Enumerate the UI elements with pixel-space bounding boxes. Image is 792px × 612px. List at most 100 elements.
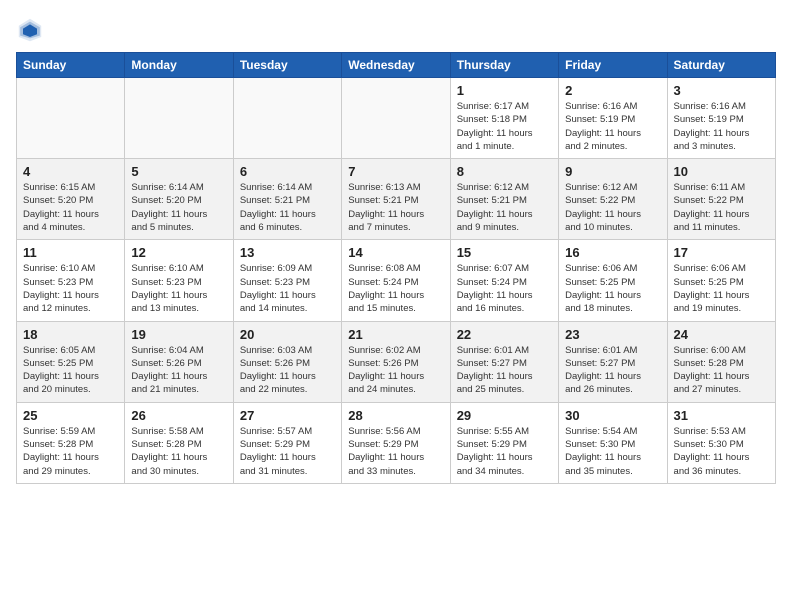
day-info: Sunrise: 6:14 AM Sunset: 5:20 PM Dayligh… xyxy=(131,181,226,234)
day-number: 4 xyxy=(23,164,118,179)
day-info: Sunrise: 6:16 AM Sunset: 5:19 PM Dayligh… xyxy=(674,100,769,153)
header-row: Sunday Monday Tuesday Wednesday Thursday… xyxy=(17,53,776,78)
day-info: Sunrise: 6:02 AM Sunset: 5:26 PM Dayligh… xyxy=(348,344,443,397)
day-info: Sunrise: 5:54 AM Sunset: 5:30 PM Dayligh… xyxy=(565,425,660,478)
day-number: 23 xyxy=(565,327,660,342)
day-cell-w1-d6: 2 Sunrise: 6:16 AM Sunset: 5:19 PM Daylig… xyxy=(559,78,667,159)
day-cell-w2-d1: 4 Sunrise: 6:15 AM Sunset: 5:20 PM Daylig… xyxy=(17,159,125,240)
day-cell-w3-d7: 17 Sunrise: 6:06 AM Sunset: 5:25 PM Dayli… xyxy=(667,240,775,321)
week-row-4: 18Sunrise: 6:05 AM Sunset: 5:25 PM Dayli… xyxy=(17,321,776,402)
day-number: 26 xyxy=(131,408,226,423)
day-cell-w3-d2: 12 Sunrise: 6:10 AM Sunset: 5:23 PM Dayli… xyxy=(125,240,233,321)
calendar-body: 1 Sunrise: 6:17 AM Sunset: 5:18 PM Daylig… xyxy=(17,78,776,484)
day-info: Sunrise: 6:01 AM Sunset: 5:27 PM Dayligh… xyxy=(457,344,552,397)
day-cell-w3-d5: 15 Sunrise: 6:07 AM Sunset: 5:24 PM Dayli… xyxy=(450,240,558,321)
day-cell-w3-d6: 16 Sunrise: 6:06 AM Sunset: 5:25 PM Dayli… xyxy=(559,240,667,321)
day-info: Sunrise: 6:06 AM Sunset: 5:25 PM Dayligh… xyxy=(565,262,660,315)
day-cell-w4-d5: 22 Sunrise: 6:01 AM Sunset: 5:27 PM Dayli… xyxy=(450,321,558,402)
day-info: Sunrise: 6:07 AM Sunset: 5:24 PM Dayligh… xyxy=(457,262,552,315)
day-info: Sunrise: 6:01 AM Sunset: 5:27 PM Dayligh… xyxy=(565,344,660,397)
day-number: 17 xyxy=(674,245,769,260)
day-info: Sunrise: 6:12 AM Sunset: 5:21 PM Dayligh… xyxy=(457,181,552,234)
calendar-table: Sunday Monday Tuesday Wednesday Thursday… xyxy=(16,52,776,484)
day-cell-w2-d6: 9 Sunrise: 6:12 AM Sunset: 5:22 PM Daylig… xyxy=(559,159,667,240)
week-row-3: 11 Sunrise: 6:10 AM Sunset: 5:23 PM Dayli… xyxy=(17,240,776,321)
day-number: 1 xyxy=(457,83,552,98)
day-number: 30 xyxy=(565,408,660,423)
day-info: Sunrise: 6:14 AM Sunset: 5:21 PM Dayligh… xyxy=(240,181,335,234)
day-info: Sunrise: 5:56 AM Sunset: 5:29 PM Dayligh… xyxy=(348,425,443,478)
day-cell-w4-d6: 23 Sunrise: 6:01 AM Sunset: 5:27 PM Dayli… xyxy=(559,321,667,402)
day-info: Sunrise: 5:55 AM Sunset: 5:29 PM Dayligh… xyxy=(457,425,552,478)
day-number: 19 xyxy=(131,327,226,342)
day-cell-w5-d7: 31 Sunrise: 5:53 AM Sunset: 5:30 PM Dayli… xyxy=(667,402,775,483)
day-number: 22 xyxy=(457,327,552,342)
day-number: 18 xyxy=(23,327,118,342)
day-number: 21 xyxy=(348,327,443,342)
logo xyxy=(16,16,48,44)
day-cell-w2-d2: 5Sunrise: 6:14 AM Sunset: 5:20 PM Daylig… xyxy=(125,159,233,240)
day-info: Sunrise: 6:00 AM Sunset: 5:28 PM Dayligh… xyxy=(674,344,769,397)
day-cell-w3-d3: 13Sunrise: 6:09 AM Sunset: 5:23 PM Dayli… xyxy=(233,240,341,321)
day-info: Sunrise: 6:12 AM Sunset: 5:22 PM Dayligh… xyxy=(565,181,660,234)
day-info: Sunrise: 6:11 AM Sunset: 5:22 PM Dayligh… xyxy=(674,181,769,234)
day-number: 25 xyxy=(23,408,118,423)
day-info: Sunrise: 5:53 AM Sunset: 5:30 PM Dayligh… xyxy=(674,425,769,478)
day-number: 16 xyxy=(565,245,660,260)
day-info: Sunrise: 6:03 AM Sunset: 5:26 PM Dayligh… xyxy=(240,344,335,397)
day-info: Sunrise: 6:08 AM Sunset: 5:24 PM Dayligh… xyxy=(348,262,443,315)
day-number: 2 xyxy=(565,83,660,98)
day-number: 31 xyxy=(674,408,769,423)
day-info: Sunrise: 5:59 AM Sunset: 5:28 PM Dayligh… xyxy=(23,425,118,478)
day-cell-w5-d1: 25 Sunrise: 5:59 AM Sunset: 5:28 PM Dayli… xyxy=(17,402,125,483)
day-info: Sunrise: 6:16 AM Sunset: 5:19 PM Dayligh… xyxy=(565,100,660,153)
day-cell-w3-d1: 11Sunrise: 6:10 AM Sunset: 5:23 PM Dayli… xyxy=(17,240,125,321)
header-sunday: Sunday xyxy=(17,53,125,78)
day-number: 24 xyxy=(674,327,769,342)
day-cell-w4-d4: 21 Sunrise: 6:02 AM Sunset: 5:26 PM Dayli… xyxy=(342,321,450,402)
day-cell-w2-d4: 7Sunrise: 6:13 AM Sunset: 5:21 PM Daylig… xyxy=(342,159,450,240)
day-cell-w5-d5: 29 Sunrise: 5:55 AM Sunset: 5:29 PM Dayli… xyxy=(450,402,558,483)
day-info: Sunrise: 6:04 AM Sunset: 5:26 PM Dayligh… xyxy=(131,344,226,397)
day-info: Sunrise: 6:13 AM Sunset: 5:21 PM Dayligh… xyxy=(348,181,443,234)
day-cell-w1-d1 xyxy=(17,78,125,159)
day-number: 15 xyxy=(457,245,552,260)
day-number: 3 xyxy=(674,83,769,98)
day-info: Sunrise: 6:17 AM Sunset: 5:18 PM Dayligh… xyxy=(457,100,552,153)
day-cell-w1-d2 xyxy=(125,78,233,159)
header-thursday: Thursday xyxy=(450,53,558,78)
day-cell-w4-d2: 19 Sunrise: 6:04 AM Sunset: 5:26 PM Dayli… xyxy=(125,321,233,402)
day-number: 6 xyxy=(240,164,335,179)
day-cell-w3-d4: 14 Sunrise: 6:08 AM Sunset: 5:24 PM Dayli… xyxy=(342,240,450,321)
week-row-1: 1 Sunrise: 6:17 AM Sunset: 5:18 PM Daylig… xyxy=(17,78,776,159)
day-cell-w2-d7: 10 Sunrise: 6:11 AM Sunset: 5:22 PM Dayli… xyxy=(667,159,775,240)
day-cell-w2-d3: 6 Sunrise: 6:14 AM Sunset: 5:21 PM Daylig… xyxy=(233,159,341,240)
header-friday: Friday xyxy=(559,53,667,78)
day-number: 13 xyxy=(240,245,335,260)
day-number: 10 xyxy=(674,164,769,179)
header-monday: Monday xyxy=(125,53,233,78)
header xyxy=(16,16,776,44)
day-cell-w2-d5: 8Sunrise: 6:12 AM Sunset: 5:21 PM Daylig… xyxy=(450,159,558,240)
day-number: 29 xyxy=(457,408,552,423)
day-info: Sunrise: 6:10 AM Sunset: 5:23 PM Dayligh… xyxy=(131,262,226,315)
day-cell-w1-d5: 1 Sunrise: 6:17 AM Sunset: 5:18 PM Daylig… xyxy=(450,78,558,159)
week-row-5: 25 Sunrise: 5:59 AM Sunset: 5:28 PM Dayli… xyxy=(17,402,776,483)
logo-icon xyxy=(16,16,44,44)
day-number: 14 xyxy=(348,245,443,260)
week-row-2: 4 Sunrise: 6:15 AM Sunset: 5:20 PM Daylig… xyxy=(17,159,776,240)
day-cell-w5-d6: 30 Sunrise: 5:54 AM Sunset: 5:30 PM Dayli… xyxy=(559,402,667,483)
day-number: 27 xyxy=(240,408,335,423)
day-number: 11 xyxy=(23,245,118,260)
day-number: 12 xyxy=(131,245,226,260)
day-info: Sunrise: 6:06 AM Sunset: 5:25 PM Dayligh… xyxy=(674,262,769,315)
day-number: 9 xyxy=(565,164,660,179)
day-cell-w1-d3 xyxy=(233,78,341,159)
header-tuesday: Tuesday xyxy=(233,53,341,78)
day-info: Sunrise: 5:57 AM Sunset: 5:29 PM Dayligh… xyxy=(240,425,335,478)
day-cell-w4-d1: 18Sunrise: 6:05 AM Sunset: 5:25 PM Dayli… xyxy=(17,321,125,402)
header-saturday: Saturday xyxy=(667,53,775,78)
day-info: Sunrise: 6:15 AM Sunset: 5:20 PM Dayligh… xyxy=(23,181,118,234)
day-cell-w4-d7: 24 Sunrise: 6:00 AM Sunset: 5:28 PM Dayli… xyxy=(667,321,775,402)
day-cell-w1-d7: 3 Sunrise: 6:16 AM Sunset: 5:19 PM Daylig… xyxy=(667,78,775,159)
